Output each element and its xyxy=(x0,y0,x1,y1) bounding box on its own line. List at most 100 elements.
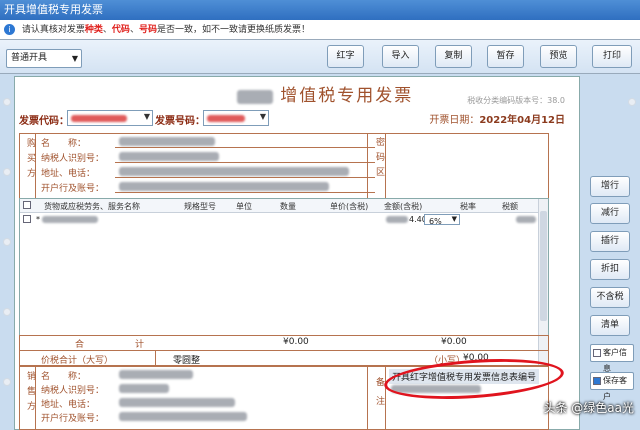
print-button[interactable]: 打印 xyxy=(592,45,632,68)
buyer-side-text: 购买方 xyxy=(25,138,35,183)
redacted-region xyxy=(119,182,329,191)
buyer-bank-label: 开户行及账号： xyxy=(41,184,105,194)
tax-rate-value: 6% xyxy=(429,217,442,226)
decor-dot xyxy=(628,98,636,106)
invoice-number-select[interactable]: ▼ xyxy=(203,110,269,126)
invoice-title-text: 增值税专用发票 xyxy=(280,86,414,106)
total-tax: ¥0.00 xyxy=(441,337,467,347)
seller-taxid-label: 纳税人识别号： xyxy=(41,386,105,396)
col-header-name: 货物或应税劳务、服务名称 xyxy=(44,202,140,211)
redacted-region xyxy=(119,137,215,146)
redacted-region xyxy=(119,167,349,176)
divider xyxy=(115,177,375,178)
preview-button[interactable]: 预览 xyxy=(540,45,577,68)
decor-dot xyxy=(3,308,11,316)
notice-sep: 、 xyxy=(102,25,112,35)
save-draft-button[interactable]: 暂存 xyxy=(487,45,524,68)
col-header-qty: 数量 xyxy=(280,202,296,211)
redacted-region xyxy=(516,216,536,223)
row-checkbox[interactable] xyxy=(23,215,31,223)
invoice-number-label: 发票号码： xyxy=(155,116,205,127)
chevron-down-icon: ▼ xyxy=(451,215,457,223)
items-table-header: 货物或应税劳务、服务名称 规格型号 单位 数量 单价(含税) 金额(含税) 税率… xyxy=(20,199,548,213)
amount-in-words: 零圆整 xyxy=(173,356,201,366)
delete-row-button[interactable]: 减行 xyxy=(590,203,630,224)
row-name-prefix: * xyxy=(36,215,40,224)
notice-word-code: 代码 xyxy=(111,25,130,35)
buyer-taxid-label: 纳税人识别号： xyxy=(41,154,105,164)
redacted-region xyxy=(236,89,273,104)
remark-label: 备注 xyxy=(369,377,385,423)
divider xyxy=(115,147,375,148)
watermark: 头条 @绿色aa光 xyxy=(543,401,634,415)
total-label-left: 合 xyxy=(75,340,85,350)
checkbox-box[interactable] xyxy=(593,349,601,357)
notice-sep: 、 xyxy=(129,25,139,35)
save-customer-label: 保存客户 xyxy=(603,376,627,401)
chevron-down-icon: ▼ xyxy=(71,54,78,63)
tax-exclusive-button[interactable]: 不含税 xyxy=(590,287,630,308)
col-header-amount: 金额(含税) xyxy=(384,202,423,211)
notice-suffix: 是否一致，如不一致请更换纸质发票！ xyxy=(156,25,310,35)
redacted-region xyxy=(42,216,98,223)
issue-date-label: 开票日期： xyxy=(429,115,480,126)
invoice-code-select[interactable]: ▼ xyxy=(67,110,153,126)
notice-prefix: 请认真核对发票 xyxy=(21,25,85,35)
insert-row-button[interactable]: 插行 xyxy=(590,231,630,252)
add-row-button[interactable]: 增行 xyxy=(590,176,630,197)
issue-date: 开票日期：2022年04月12日 xyxy=(429,111,565,126)
toolbar: 普通开具 ▼ 红字 导入 复制 暂存 预览 打印 xyxy=(0,40,640,74)
redacted-region xyxy=(71,115,127,122)
save-customer-checkbox[interactable]: 保存客户 xyxy=(590,372,634,401)
issue-date-value: 2022年04月12日 xyxy=(479,115,565,126)
redacted-region xyxy=(119,384,169,393)
decor-dot xyxy=(3,378,11,386)
col-header-spec: 规格型号 xyxy=(184,202,216,211)
import-button[interactable]: 导入 xyxy=(382,45,419,68)
decor-dot xyxy=(3,238,11,246)
seller-side-label: 销售方 xyxy=(20,371,36,424)
tax-rate-select[interactable]: 6% ▼ xyxy=(424,214,460,226)
customer-info-checkbox[interactable]: 客户信息 xyxy=(590,344,634,373)
scrollbar-thumb[interactable] xyxy=(540,211,547,321)
chevron-down-icon: ▼ xyxy=(143,112,150,121)
redacted-region xyxy=(119,412,247,421)
list-button[interactable]: 清单 xyxy=(590,315,630,336)
info-icon: i xyxy=(4,24,15,35)
decor-dot xyxy=(3,98,11,106)
invoice-title: 增值税专用发票 xyxy=(215,81,435,106)
seller-side-text: 销售方 xyxy=(25,371,35,416)
total-amount: ¥0.00 xyxy=(283,337,309,347)
chevron-down-icon: ▼ xyxy=(259,112,266,121)
redacted-region xyxy=(207,115,245,122)
invoice-code-label: 发票代码： xyxy=(19,116,69,127)
seller-name-label: 名 称： xyxy=(41,372,87,382)
password-area-text: 密码区 xyxy=(374,137,384,182)
divider xyxy=(115,162,375,163)
divider xyxy=(115,192,375,193)
seller-bank-label: 开户行及账号： xyxy=(41,414,105,424)
buyer-name-label: 名 称： xyxy=(41,139,87,149)
tax-code-version: 税收分类编码版本号：38.0 xyxy=(467,96,565,105)
price-tax-total-label: 价税合计（大写） xyxy=(41,356,114,366)
col-header-tax-rate: 税率 xyxy=(460,202,476,211)
issue-mode-select[interactable]: 普通开具 ▼ xyxy=(6,49,82,68)
window-titlebar: 开具增值税专用发票 xyxy=(0,0,640,20)
red-invoice-button[interactable]: 红字 xyxy=(327,45,364,68)
redacted-region xyxy=(119,152,219,161)
issue-mode-value: 普通开具 xyxy=(11,53,48,63)
window-title: 开具增值税专用发票 xyxy=(4,3,103,16)
redacted-region xyxy=(119,370,193,379)
select-all-checkbox[interactable] xyxy=(23,201,31,209)
copy-button[interactable]: 复制 xyxy=(435,45,472,68)
divider xyxy=(367,133,368,199)
total-label-right: 计 xyxy=(135,340,145,350)
col-header-tax: 税额 xyxy=(502,202,518,211)
discount-button[interactable]: 折扣 xyxy=(590,259,630,280)
table-row[interactable]: * 4.40 6% ▼ xyxy=(20,213,548,227)
notice-word-number: 号码 xyxy=(138,25,157,35)
redacted-region xyxy=(386,216,408,223)
checkbox-box-checked[interactable] xyxy=(593,377,601,385)
divider xyxy=(19,350,549,351)
notice-bar: i 请认真核对发票种类、代码、号码是否一致，如不一致请更换纸质发票！ xyxy=(0,20,640,40)
